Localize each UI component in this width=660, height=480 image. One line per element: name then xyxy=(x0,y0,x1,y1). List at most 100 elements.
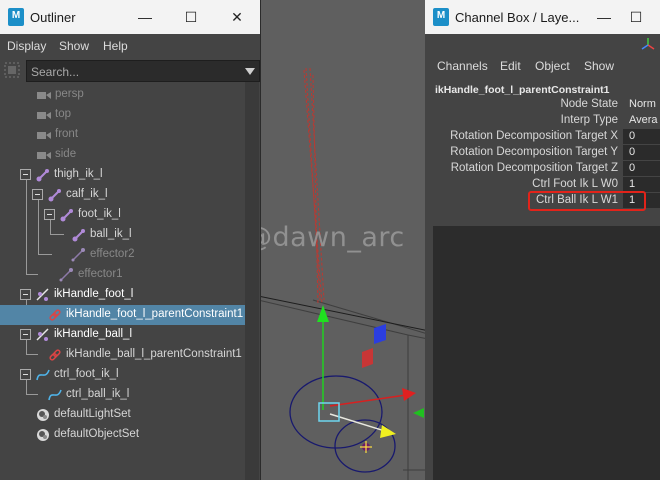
filter-icon[interactable] xyxy=(4,62,20,78)
item-label: foot_ik_l xyxy=(78,208,121,220)
attribute-label: Ctrl Foot Ik L W0 xyxy=(532,178,618,190)
y-axis-handle[interactable] xyxy=(317,305,329,322)
watermark: @dawn_arc xyxy=(245,222,405,253)
node-name: ikHandle_foot_l_parentConstraint1 xyxy=(435,84,610,96)
attribute-row[interactable]: Node State Norm xyxy=(425,97,660,113)
outliner-titlebar[interactable]: M Outliner — ☐ ✕ xyxy=(0,0,260,34)
attribute-label: Rotation Decomposition Target X xyxy=(450,130,618,142)
attribute-value[interactable]: Norm xyxy=(623,97,660,112)
item-label: effector2 xyxy=(90,248,135,260)
item-label: ikHandle_foot_l_parentConstraint1 xyxy=(66,308,244,320)
list-item[interactable]: defaultObjectSet xyxy=(0,425,245,445)
list-item[interactable]: ikHandle_ball_l xyxy=(0,325,245,345)
expand-toggle-icon[interactable] xyxy=(20,329,31,340)
item-label: ctrl_foot_ik_l xyxy=(54,368,119,380)
maximize-button[interactable]: ☐ xyxy=(621,6,651,28)
joint-icon xyxy=(48,189,61,202)
search-input[interactable] xyxy=(31,64,231,80)
expand-toggle-icon[interactable] xyxy=(32,189,43,200)
expand-toggle-icon[interactable] xyxy=(44,209,55,220)
outliner-menubar: Display Show Help xyxy=(0,34,260,58)
maya-logo-icon: M xyxy=(8,8,24,26)
attribute-value[interactable]: 0 xyxy=(623,161,660,176)
menu-channels[interactable]: Channels xyxy=(437,59,488,73)
item-label: defaultObjectSet xyxy=(54,428,140,440)
attribute-value[interactable]: 0 xyxy=(623,145,660,160)
axis-gizmo-icon xyxy=(641,38,655,50)
ik-handle-line xyxy=(303,67,325,306)
camera-icon xyxy=(37,132,51,139)
joint-icon xyxy=(36,169,49,182)
attribute-value[interactable]: 0 xyxy=(623,129,660,144)
expand-toggle-icon[interactable] xyxy=(20,289,31,300)
attribute-label: Rotation Decomposition Target Z xyxy=(450,162,618,174)
list-item[interactable]: persp xyxy=(0,85,245,105)
menu-object[interactable]: Object xyxy=(535,59,570,73)
attribute-value[interactable]: Avera xyxy=(623,113,660,128)
expand-toggle-icon[interactable] xyxy=(20,369,31,380)
list-item[interactable]: top xyxy=(0,105,245,125)
item-label: front xyxy=(55,128,79,140)
channel-box-title: Channel Box / Laye... xyxy=(455,10,580,25)
menu-display[interactable]: Display xyxy=(7,39,46,53)
channel-box-titlebar[interactable]: M Channel Box / Laye... — ☐ xyxy=(425,0,660,34)
close-button[interactable]: ✕ xyxy=(222,6,252,28)
menu-show[interactable]: Show xyxy=(584,59,614,73)
item-label: ctrl_ball_ik_l xyxy=(66,388,130,400)
minimize-button[interactable]: — xyxy=(130,6,160,28)
minimize-button[interactable]: — xyxy=(589,6,619,28)
maximize-button[interactable]: ☐ xyxy=(176,6,206,28)
channel-box-menubar: Channels Edit Object Show xyxy=(425,56,660,76)
expand-toggle-icon[interactable] xyxy=(20,169,31,180)
list-item[interactable]: thigh_ik_l xyxy=(0,165,245,185)
attribute-row[interactable]: Rotation Decomposition Target X 0 xyxy=(425,129,660,145)
menu-help[interactable]: Help xyxy=(103,39,128,53)
z-axis-handle[interactable] xyxy=(380,425,396,438)
list-item[interactable]: ball_ik_l xyxy=(0,225,245,245)
menu-show[interactable]: Show xyxy=(59,39,89,53)
list-item[interactable]: defaultLightSet xyxy=(0,405,245,425)
attribute-label: Rotation Decomposition Target Y xyxy=(450,146,618,158)
item-label: ikHandle_ball_l xyxy=(54,328,132,340)
chevron-down-icon[interactable] xyxy=(245,68,255,76)
outliner-search-bar xyxy=(4,60,260,82)
list-item[interactable]: effector1 xyxy=(0,265,245,285)
list-item[interactable]: ctrl_ball_ik_l xyxy=(0,385,245,405)
channel-box-empty-area xyxy=(433,226,660,480)
outliner-scrollbar[interactable] xyxy=(245,82,259,480)
outliner-tree: persp top front side thigh_ik_l calf_ik_… xyxy=(0,83,245,480)
attribute-row[interactable]: Rotation Decomposition Target Z 0 xyxy=(425,161,660,177)
set-icon xyxy=(37,429,49,441)
attribute-row[interactable]: Rotation Decomposition Target Y 0 xyxy=(425,145,660,161)
attribute-value[interactable]: 1 xyxy=(623,177,660,192)
item-label: ball_ik_l xyxy=(90,228,132,240)
list-item[interactable]: ikHandle_ball_l_parentConstraint1 xyxy=(0,345,245,365)
outliner-window: M Outliner — ☐ ✕ Display Show Help Searc… xyxy=(0,0,261,480)
set-icon xyxy=(37,409,49,421)
item-label: defaultLightSet xyxy=(54,408,131,420)
highlight-box xyxy=(528,191,646,211)
item-label: effector1 xyxy=(78,268,123,280)
list-item[interactable]: effector2 xyxy=(0,245,245,265)
list-item[interactable]: calf_ik_l xyxy=(0,185,245,205)
list-item[interactable]: ctrl_foot_ik_l xyxy=(0,365,245,385)
constraint-icon xyxy=(49,309,61,321)
outliner-title: Outliner xyxy=(30,10,76,25)
list-item-selected[interactable]: ikHandle_foot_l_parentConstraint1 xyxy=(0,305,245,325)
attribute-label: Node State xyxy=(560,98,618,110)
item-label: side xyxy=(55,148,77,160)
list-item[interactable]: ikHandle_foot_l xyxy=(0,285,245,305)
attribute-row[interactable]: Interp Type Avera xyxy=(425,113,660,129)
ik-handle-icon xyxy=(36,328,49,341)
item-label: ikHandle_ball_l_parentConstraint1 xyxy=(66,348,242,360)
menu-edit[interactable]: Edit xyxy=(500,59,521,73)
joint-icon xyxy=(72,229,85,242)
effector-icon xyxy=(71,248,85,262)
list-item[interactable]: front xyxy=(0,125,245,145)
x-axis-handle[interactable] xyxy=(402,388,416,401)
item-label: top xyxy=(55,108,71,120)
list-item[interactable]: foot_ik_l xyxy=(0,205,245,225)
list-item[interactable]: side xyxy=(0,145,245,165)
item-label: calf_ik_l xyxy=(66,188,108,200)
item-label: persp xyxy=(55,88,84,100)
